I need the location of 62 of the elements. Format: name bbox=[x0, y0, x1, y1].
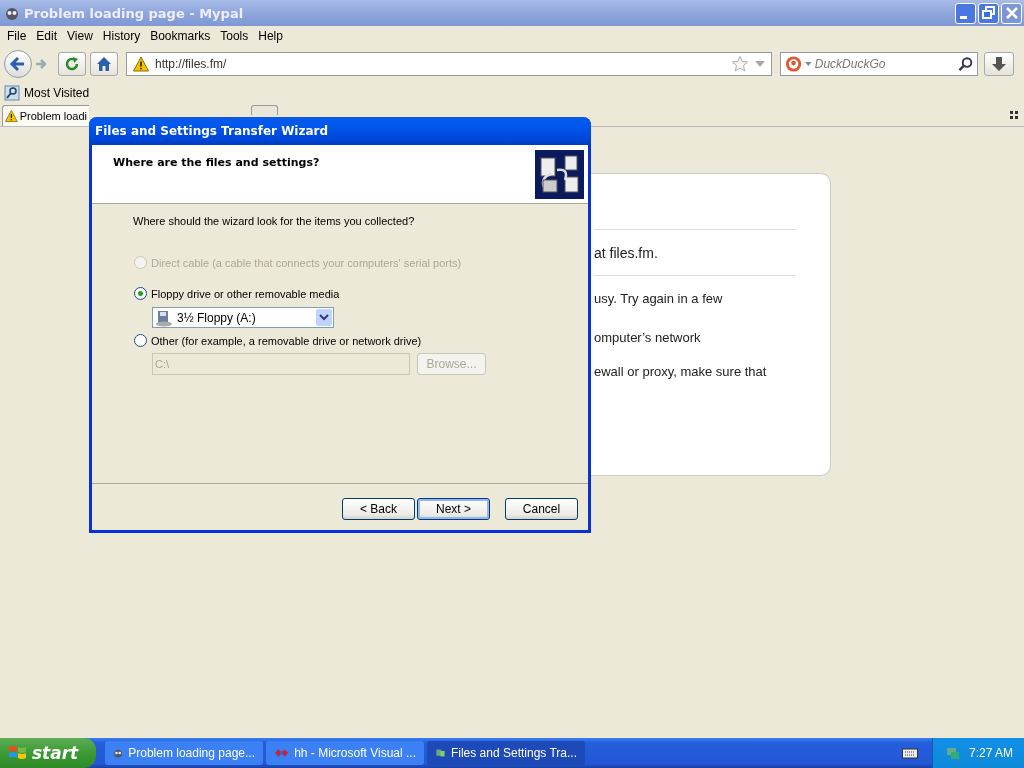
bookmark-icon bbox=[4, 85, 20, 101]
radio-button[interactable] bbox=[134, 287, 147, 300]
dialog-title: Files and Settings Transfer Wizard bbox=[89, 117, 591, 145]
radio-label: Direct cable (a cable that connects your computers' serial ports) bbox=[151, 256, 462, 269]
wizard-button[interactable]: Cancel bbox=[505, 498, 578, 520]
taskbar-button[interactable]: Problem loading page... bbox=[105, 741, 263, 765]
radio-button[interactable] bbox=[134, 334, 147, 347]
drive-dropdown[interactable]: 3½ Floppy (A:) bbox=[152, 307, 334, 328]
error-text: ewall or proxy, make sure that bbox=[594, 363, 768, 381]
dropdown-icon bbox=[755, 61, 765, 67]
menu-item[interactable]: Edit bbox=[31, 29, 63, 43]
window-title: Problem loading page - Mypal bbox=[24, 5, 244, 21]
search-field[interactable]: DuckDuckGo bbox=[814, 57, 955, 71]
download-button[interactable] bbox=[984, 52, 1014, 76]
star-icon bbox=[731, 55, 749, 73]
menu-item[interactable]: View bbox=[62, 29, 98, 43]
computers-icon bbox=[535, 150, 584, 199]
keyboard-icon bbox=[902, 747, 918, 759]
clock-text: 7:27 AM bbox=[969, 746, 1014, 760]
browser-tab[interactable]: Problem loadi bbox=[2, 105, 89, 126]
menu-item[interactable]: Tools bbox=[215, 29, 254, 43]
taskbar-button[interactable]: hh - Microsoft Visual ... bbox=[266, 741, 424, 765]
taskbar-button[interactable]: Files and Settings Tra... bbox=[427, 741, 585, 765]
reload-button[interactable] bbox=[58, 52, 86, 76]
grid-icon bbox=[1010, 111, 1018, 119]
floppy-drive-icon bbox=[155, 308, 173, 327]
minimize-button[interactable] bbox=[955, 2, 976, 24]
address-bar[interactable]: http://files.fm/ bbox=[126, 52, 772, 76]
restore-icon bbox=[979, 4, 998, 22]
network-icon bbox=[945, 745, 961, 761]
wizard-button[interactable]: Next > bbox=[417, 498, 490, 520]
download-icon bbox=[991, 56, 1007, 72]
error-text: omputer’s network bbox=[594, 329, 702, 347]
warning-icon bbox=[133, 56, 149, 72]
start-button[interactable]: start bbox=[0, 738, 96, 768]
menu-item[interactable]: History bbox=[97, 29, 146, 43]
radio-label[interactable]: Other (for example, a removable drive or network drive) bbox=[151, 334, 422, 347]
bookmark-item[interactable]: Most Visited bbox=[24, 86, 90, 100]
wizard-button[interactable]: < Back bbox=[342, 498, 415, 520]
menu-item[interactable]: File bbox=[2, 29, 32, 43]
warning-icon bbox=[5, 108, 18, 124]
forward-arrow-icon bbox=[34, 57, 48, 71]
search-icon bbox=[957, 56, 973, 72]
error-text: at files.fm. bbox=[594, 244, 659, 263]
menu-item[interactable]: Bookmarks bbox=[145, 29, 216, 43]
url-text: http://files.fm/ bbox=[155, 57, 227, 71]
radio-label[interactable]: Floppy drive or other removable media bbox=[151, 287, 340, 300]
home-button[interactable] bbox=[90, 52, 118, 76]
windows-logo-icon bbox=[8, 744, 28, 762]
restore-button[interactable] bbox=[978, 2, 999, 24]
search-bar[interactable]: DuckDuckGo bbox=[780, 52, 978, 76]
reload-icon bbox=[64, 56, 80, 72]
wizard-heading: Where are the files and settings? bbox=[113, 155, 320, 171]
menu-item[interactable]: Help bbox=[253, 29, 288, 43]
prompt-text: Where should the wizard look for the items you collected? bbox=[133, 215, 416, 227]
app-icon bbox=[4, 5, 20, 21]
home-icon bbox=[96, 56, 112, 72]
dropdown-icon bbox=[805, 62, 812, 66]
error-text: usy. Try again in a few bbox=[594, 290, 724, 308]
minimize-icon bbox=[960, 15, 967, 19]
close-button[interactable] bbox=[1001, 2, 1022, 24]
back-button[interactable] bbox=[4, 50, 32, 78]
